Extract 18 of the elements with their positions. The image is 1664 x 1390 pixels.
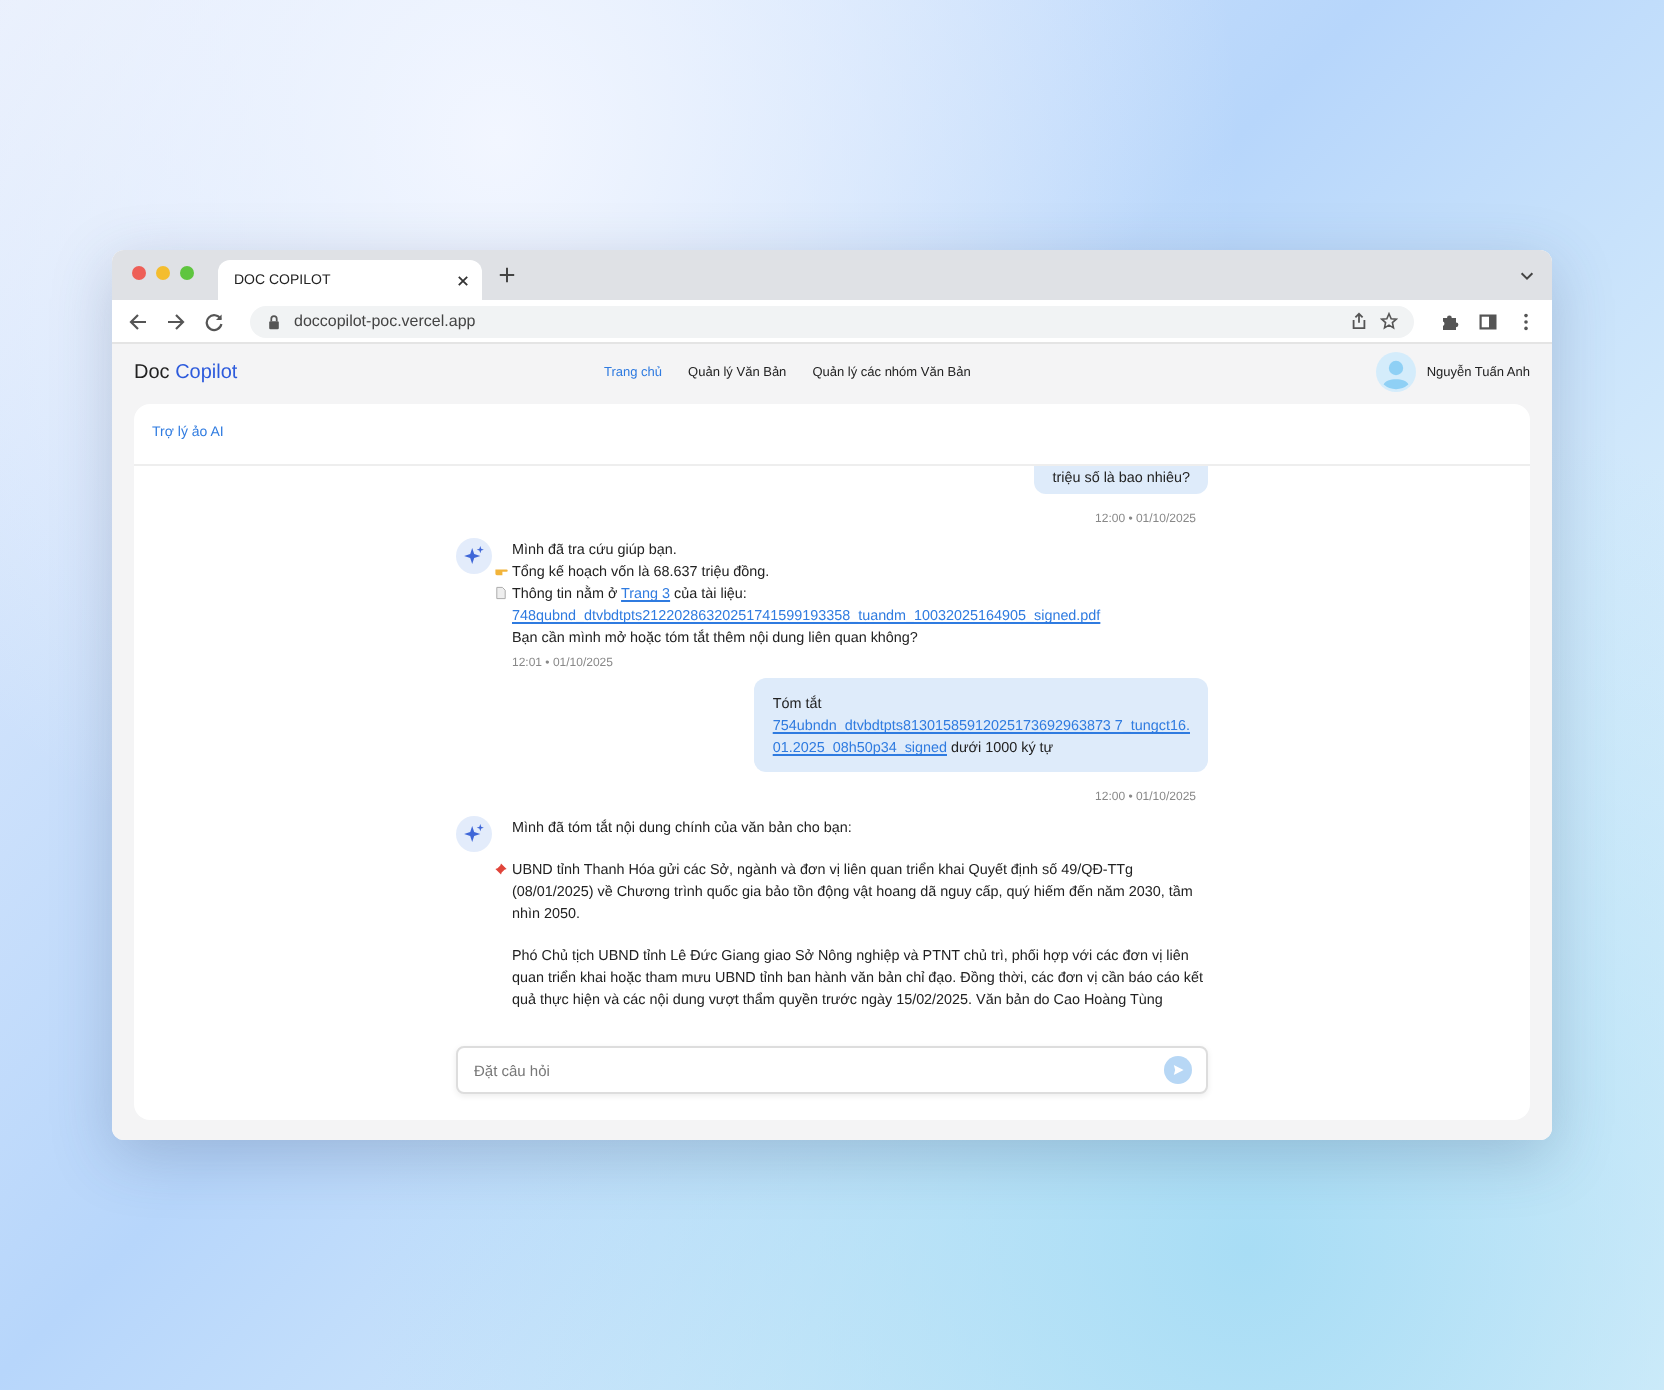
- star-icon[interactable]: [1380, 312, 1398, 330]
- address-bar[interactable]: doccopilot-poc.vercel.app: [250, 305, 1414, 337]
- puzzle-icon[interactable]: [1440, 311, 1460, 331]
- side-panel-icon[interactable]: [1478, 311, 1498, 331]
- sparkle-icon: [456, 816, 492, 852]
- new-tab-icon[interactable]: [498, 266, 516, 284]
- logo[interactable]: Doc Copilot: [134, 361, 604, 383]
- minimize-window-dot[interactable]: [156, 266, 170, 280]
- share-icon[interactable]: [1350, 312, 1368, 330]
- back-arrow-icon[interactable]: [128, 311, 148, 331]
- close-window-dot[interactable]: [132, 266, 146, 280]
- reload-icon[interactable]: [204, 311, 224, 331]
- close-icon[interactable]: [456, 273, 470, 287]
- forward-arrow-icon[interactable]: [166, 311, 186, 331]
- document-icon: [494, 586, 508, 600]
- sparkle-icon: [456, 538, 492, 574]
- lock-icon: [266, 313, 282, 329]
- maximize-window-dot[interactable]: [180, 266, 194, 280]
